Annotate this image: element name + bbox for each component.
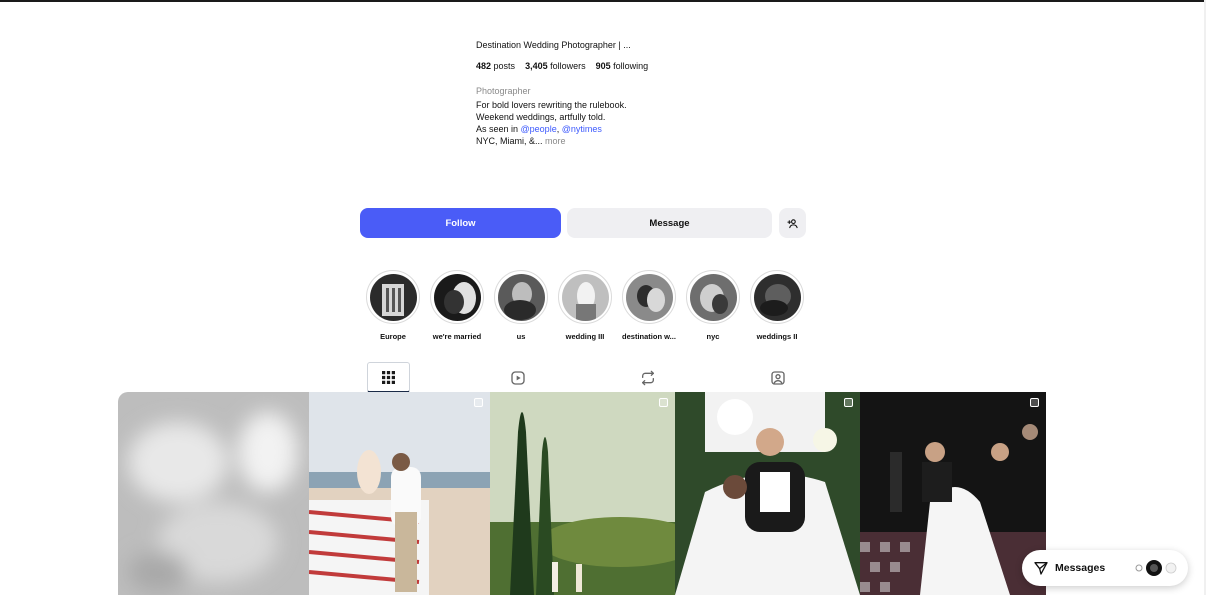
post-tile[interactable] <box>675 392 860 595</box>
message-avatars <box>1135 560 1177 576</box>
multi-post-icon <box>1030 398 1039 407</box>
highlight-image <box>753 273 801 321</box>
highlight-label: Europe <box>380 332 406 341</box>
messages-label: Messages <box>1055 562 1106 574</box>
followers-stat[interactable]: 3,405 followers <box>525 61 586 71</box>
highlight-label: we're married <box>432 332 482 341</box>
highlight-ring <box>622 270 676 324</box>
highlight-label: weddings II <box>756 332 798 341</box>
grid-icon <box>382 370 395 384</box>
profile-info: Destination Wedding Photographer | ... 4… <box>476 38 736 147</box>
highlight-nyc[interactable]: nyc <box>686 270 740 341</box>
highlight-label: nyc <box>706 332 720 341</box>
highlight-image <box>689 273 737 321</box>
add-person-icon <box>787 218 798 228</box>
bio-line: Weekend weddings, artfully told. <box>476 112 606 122</box>
tab-posts[interactable] <box>367 362 410 393</box>
post-tile[interactable] <box>860 392 1046 595</box>
highlight-europe[interactable]: Europe <box>366 270 420 341</box>
multi-post-icon <box>659 398 668 407</box>
profile-category: Photographer <box>476 86 531 96</box>
profile-bio: For bold lovers rewriting the rulebook. … <box>476 99 736 147</box>
post-tile[interactable] <box>490 392 675 595</box>
highlight-ring <box>686 270 740 324</box>
following-stat[interactable]: 905 following <box>596 61 649 71</box>
avatar <box>1146 560 1162 576</box>
message-button[interactable]: Message <box>567 208 772 238</box>
bio-line: For bold lovers rewriting the rulebook. <box>476 100 627 110</box>
highlight-image <box>625 273 673 321</box>
highlight-image <box>497 273 545 321</box>
highlight-label: destination w... <box>622 332 676 341</box>
profile-tabs <box>367 362 807 393</box>
avatar <box>1135 564 1143 572</box>
multi-post-icon <box>474 398 483 407</box>
highlight-destination[interactable]: destination w... <box>622 270 676 341</box>
highlight-label: us <box>516 332 526 341</box>
mention-link[interactable]: @people <box>521 124 557 134</box>
highlight-image <box>561 273 609 321</box>
highlight-ring <box>494 270 548 324</box>
mention-link[interactable]: @nytimes <box>562 124 602 134</box>
highlight-label: wedding III <box>565 332 605 341</box>
avatar <box>1165 562 1177 574</box>
highlight-ring <box>750 270 804 324</box>
post-tile[interactable] <box>309 392 490 595</box>
highlight-weddings-ii[interactable]: weddings II <box>750 270 804 341</box>
posts-grid <box>118 392 1046 595</box>
tagged-icon <box>770 370 785 385</box>
messages-bar[interactable]: Messages <box>1022 550 1188 586</box>
highlight-ring <box>558 270 612 324</box>
reels-icon <box>510 370 525 385</box>
highlight-image <box>433 273 481 321</box>
multi-post-icon <box>844 398 853 407</box>
add-person-button[interactable] <box>779 208 806 238</box>
post-tile[interactable] <box>118 392 309 595</box>
profile-stats: 482 posts 3,405 followers 905 following <box>476 61 736 71</box>
posts-stat: 482 posts <box>476 61 516 71</box>
highlight-us[interactable]: us <box>494 270 548 341</box>
highlight-ring <box>366 270 420 324</box>
tab-reposts[interactable] <box>626 362 669 393</box>
more-link[interactable]: more <box>545 136 566 146</box>
reposts-icon <box>641 370 654 385</box>
bio-fade <box>476 146 696 160</box>
highlight-ring <box>430 270 484 324</box>
top-border <box>0 0 1206 2</box>
tab-tagged[interactable] <box>756 362 799 393</box>
bio-line: As seen in @people, @nytimes <box>476 124 602 134</box>
tab-reels[interactable] <box>496 362 539 393</box>
follow-button[interactable]: Follow <box>360 208 561 238</box>
profile-bio-name: Destination Wedding Photographer | ... <box>476 40 630 50</box>
story-highlights: Europe we're married us wedding III dest… <box>366 270 804 341</box>
highlight-were-married[interactable]: we're married <box>430 270 484 341</box>
highlight-image <box>369 273 417 321</box>
send-icon <box>1034 562 1048 575</box>
highlight-wedding-iii[interactable]: wedding III <box>558 270 612 341</box>
